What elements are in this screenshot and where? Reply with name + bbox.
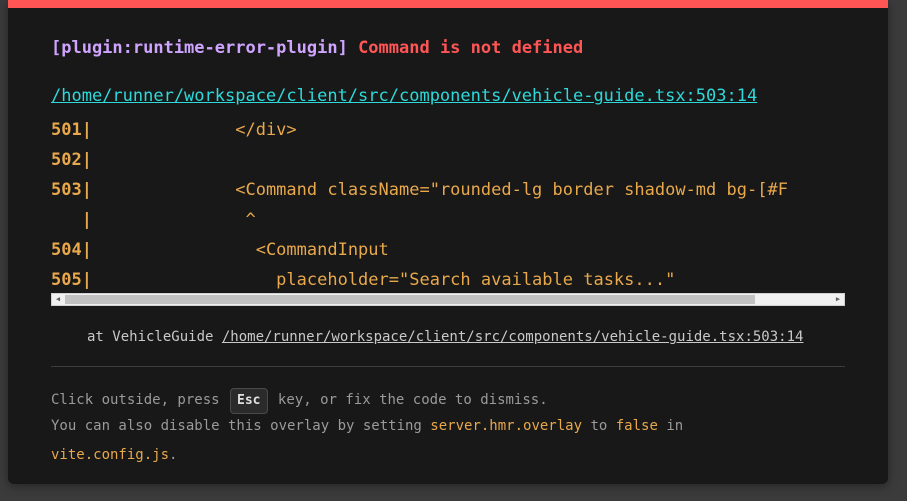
dismiss-tip: Click outside, press Esc key, or fix the… — [51, 388, 548, 414]
error-text: Command is not defined — [358, 38, 584, 58]
error-message: [plugin:runtime-error-plugin] Command is… — [51, 38, 583, 58]
code-line: 502| — [51, 150, 92, 170]
stack-file-link[interactable]: /home/runner/workspace/client/src/compon… — [222, 329, 804, 345]
setting-name: server.hmr.overlay — [430, 418, 583, 434]
code-line: 501| </div> — [51, 120, 297, 140]
code-line: 504| <CommandInput — [51, 240, 389, 260]
config-file: vite.config.js — [51, 447, 170, 463]
stack-trace: at VehicleGuide /home/runner/workspace/c… — [87, 329, 804, 345]
error-overlay: [plugin:runtime-error-plugin] Command is… — [8, 0, 888, 484]
code-frame: 501| </div> 502| 503| <Command className… — [51, 115, 845, 295]
code-line: | ^ — [51, 210, 256, 230]
code-line: 505| placeholder="Search available tasks… — [51, 270, 676, 290]
file-link[interactable]: /home/runner/workspace/client/src/compon… — [51, 86, 757, 106]
horizontal-scrollbar[interactable]: ◀ ▶ — [51, 293, 845, 306]
code-line: 503| <Command className="rounded-lg bord… — [51, 180, 788, 200]
divider — [51, 366, 845, 367]
scroll-left-icon[interactable]: ◀ — [52, 294, 64, 305]
scrollbar-thumb[interactable] — [65, 295, 755, 304]
esc-key: Esc — [230, 388, 268, 414]
config-tip: vite.config.js. — [51, 447, 178, 463]
overlay-tip: You can also disable this overlay by set… — [51, 418, 684, 434]
false-value: false — [615, 418, 658, 434]
scroll-right-icon[interactable]: ▶ — [832, 294, 844, 305]
plugin-name: [plugin:runtime-error-plugin] — [51, 38, 348, 58]
